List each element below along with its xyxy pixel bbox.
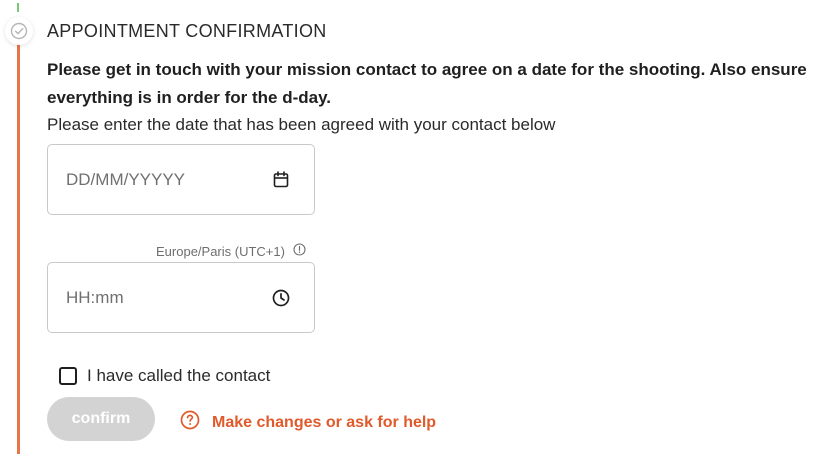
timezone-label: Europe/Paris (UTC+1) — [156, 243, 306, 259]
question-circle-icon — [180, 410, 200, 435]
check-circle-icon — [5, 17, 33, 45]
help-link-label: Make changes or ask for help — [212, 413, 437, 431]
timezone-text: Europe/Paris (UTC+1) — [156, 243, 285, 259]
calendar-icon[interactable] — [272, 171, 290, 189]
timeline-line — [17, 40, 20, 454]
step-title: APPOINTMENT CONFIRMATION — [47, 21, 327, 41]
called-contact-checkbox[interactable]: I have called the contact — [59, 366, 270, 386]
date-instructions-text: Please enter the date that has been agre… — [47, 115, 556, 134]
checkbox-label: I have called the contact — [87, 366, 271, 385]
confirm-button[interactable]: confirm — [47, 397, 155, 441]
date-field[interactable] — [47, 144, 315, 215]
info-icon[interactable] — [293, 243, 306, 259]
time-input[interactable] — [66, 263, 256, 332]
date-input[interactable] — [66, 145, 256, 214]
instructions-text: Please get in touch with your mission co… — [47, 60, 807, 107]
time-field[interactable] — [47, 262, 315, 333]
timeline-status-indicator — [17, 3, 19, 12]
clock-icon[interactable] — [272, 289, 290, 307]
help-link[interactable]: Make changes or ask for help — [180, 410, 436, 435]
checkbox-box[interactable] — [59, 367, 77, 385]
